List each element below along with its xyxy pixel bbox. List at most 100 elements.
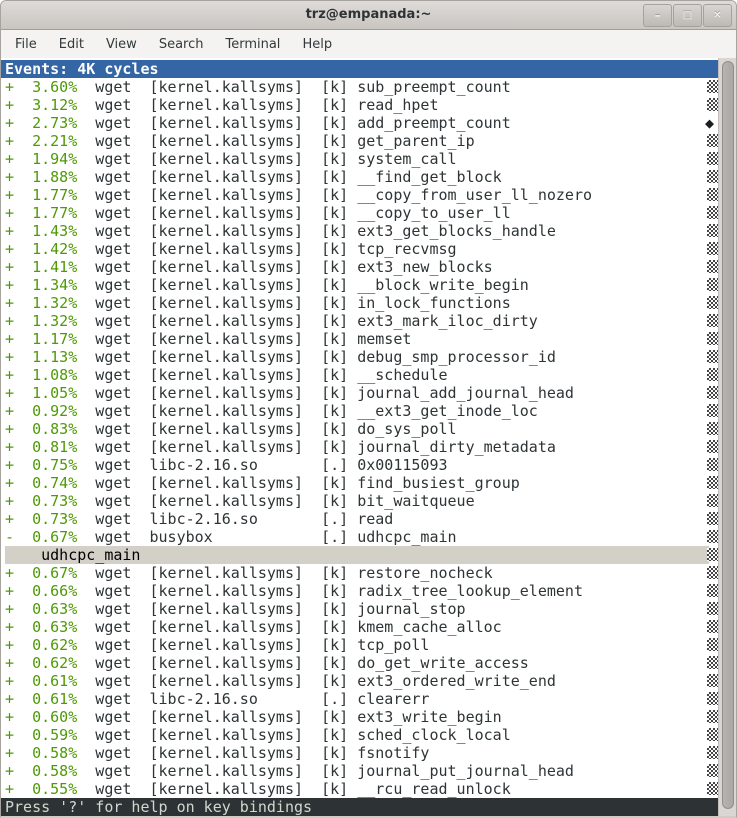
checkerboard-scroll-icon bbox=[707, 494, 718, 507]
row-detail: wget [kernel.kallsyms] [k] ext3_ordered_… bbox=[77, 672, 556, 690]
row-detail: wget [kernel.kallsyms] [k] __copy_to_use… bbox=[77, 204, 510, 222]
perf-row[interactable]: + 0.73% wget libc-2.16.so [.] read bbox=[1, 510, 718, 528]
row-detail: wget [kernel.kallsyms] [k] do_sys_poll bbox=[77, 420, 456, 438]
overhead-percent: - 0.67% bbox=[5, 528, 77, 546]
perf-row[interactable]: + 0.61% wget libc-2.16.so [.] clearerr bbox=[1, 690, 718, 708]
checkerboard-scroll-icon bbox=[707, 440, 718, 453]
overhead-percent: + 0.73% bbox=[5, 492, 77, 510]
checkerboard-scroll-icon bbox=[707, 620, 718, 633]
perf-row[interactable]: + 3.60% wget [kernel.kallsyms] [k] sub_p… bbox=[1, 78, 718, 96]
menu-item-terminal[interactable]: Terminal bbox=[217, 33, 288, 56]
perf-row[interactable]: + 1.77% wget [kernel.kallsyms] [k] __cop… bbox=[1, 204, 718, 222]
perf-row[interactable]: + 1.43% wget [kernel.kallsyms] [k] ext3_… bbox=[1, 222, 718, 240]
menu-item-edit[interactable]: Edit bbox=[51, 33, 92, 56]
scrollbar-thumb[interactable] bbox=[722, 61, 734, 809]
row-detail: wget [kernel.kallsyms] [k] ext3_new_bloc… bbox=[77, 258, 492, 276]
menubar: File Edit View SearchTerminal Help bbox=[1, 30, 736, 58]
perf-row[interactable]: + 0.92% wget [kernel.kallsyms] [k] __ext… bbox=[1, 402, 718, 420]
perf-row[interactable]: + 0.63% wget [kernel.kallsyms] [k] kmem_… bbox=[1, 618, 718, 636]
perf-row[interactable]: + 0.83% wget [kernel.kallsyms] [k] do_sy… bbox=[1, 420, 718, 438]
perf-row[interactable]: + 0.62% wget [kernel.kallsyms] [k] tcp_p… bbox=[1, 636, 718, 654]
perf-row[interactable]: + 0.74% wget [kernel.kallsyms] [k] find_… bbox=[1, 474, 718, 492]
perf-row[interactable]: - 0.67% wget busybox [.] udhcpc_main bbox=[1, 528, 718, 546]
checkerboard-scroll-icon bbox=[707, 548, 718, 561]
overhead-percent: + 1.05% bbox=[5, 384, 77, 402]
perf-rows: + 3.60% wget [kernel.kallsyms] [k] sub_p… bbox=[1, 78, 718, 798]
perf-row[interactable]: + 0.66% wget [kernel.kallsyms] [k] radix… bbox=[1, 582, 718, 600]
perf-row[interactable]: + 0.67% wget [kernel.kallsyms] [k] resto… bbox=[1, 564, 718, 582]
titlebar[interactable]: trz@empanada:~ – □ ✕ bbox=[1, 1, 736, 30]
checkerboard-scroll-icon bbox=[707, 728, 718, 741]
row-detail: wget [kernel.kallsyms] [k] ext3_write_be… bbox=[77, 708, 501, 726]
perf-row[interactable]: + 0.62% wget [kernel.kallsyms] [k] do_ge… bbox=[1, 654, 718, 672]
perf-row[interactable]: + 0.75% wget libc-2.16.so [.] 0x00115093 bbox=[1, 456, 718, 474]
checkerboard-scroll-icon bbox=[707, 764, 718, 777]
perf-row[interactable]: + 0.60% wget [kernel.kallsyms] [k] ext3_… bbox=[1, 708, 718, 726]
perf-row[interactable]: + 0.63% wget [kernel.kallsyms] [k] journ… bbox=[1, 600, 718, 618]
maximize-button[interactable]: □ bbox=[673, 4, 702, 27]
overhead-percent: + 3.60% bbox=[5, 78, 77, 96]
row-detail: wget [kernel.kallsyms] [k] sub_preempt_c… bbox=[77, 78, 510, 96]
perf-row[interactable]: + 1.42% wget [kernel.kallsyms] [k] tcp_r… bbox=[1, 240, 718, 258]
overhead-percent: + 1.77% bbox=[5, 204, 77, 222]
row-detail: wget [kernel.kallsyms] [k] __copy_from_u… bbox=[77, 186, 592, 204]
perf-row[interactable]: + 3.12% wget [kernel.kallsyms] [k] read_… bbox=[1, 96, 718, 114]
perf-events-header: Events: 4K cycles bbox=[1, 60, 718, 78]
perf-row[interactable]: + 1.34% wget [kernel.kallsyms] [k] __blo… bbox=[1, 276, 718, 294]
row-detail: wget [kernel.kallsyms] [k] __block_write… bbox=[77, 276, 529, 294]
perf-row[interactable]: + 1.13% wget [kernel.kallsyms] [k] debug… bbox=[1, 348, 718, 366]
perf-row[interactable]: + 1.77% wget [kernel.kallsyms] [k] __cop… bbox=[1, 186, 718, 204]
row-detail: wget [kernel.kallsyms] [k] debug_smp_pro… bbox=[77, 348, 556, 366]
row-detail: wget [kernel.kallsyms] [k] ext3_get_bloc… bbox=[77, 222, 556, 240]
overhead-percent: + 1.88% bbox=[5, 168, 77, 186]
row-detail: wget [kernel.kallsyms] [k] __schedule bbox=[77, 366, 447, 384]
checkerboard-scroll-icon bbox=[707, 476, 718, 489]
perf-row[interactable]: + 1.88% wget [kernel.kallsyms] [k] __fin… bbox=[1, 168, 718, 186]
scrollbar[interactable] bbox=[718, 58, 736, 816]
menu-item-search[interactable]: Search bbox=[151, 33, 212, 56]
perf-row[interactable]: + 1.17% wget [kernel.kallsyms] [k] memse… bbox=[1, 330, 718, 348]
checkerboard-scroll-icon bbox=[707, 584, 718, 597]
perf-row[interactable]: + 0.58% wget [kernel.kallsyms] [k] fsnot… bbox=[1, 744, 718, 762]
overhead-percent: + 0.61% bbox=[5, 690, 77, 708]
menu-item-view[interactable]: View bbox=[98, 33, 145, 56]
perf-row[interactable]: + 1.41% wget [kernel.kallsyms] [k] ext3_… bbox=[1, 258, 718, 276]
perf-row[interactable]: + 2.21% wget [kernel.kallsyms] [k] get_p… bbox=[1, 132, 718, 150]
perf-row[interactable]: + 0.55% wget [kernel.kallsyms] [k] __rcu… bbox=[1, 780, 718, 798]
perf-row[interactable]: + 1.94% wget [kernel.kallsyms] [k] syste… bbox=[1, 150, 718, 168]
window-controls: – □ ✕ bbox=[642, 4, 732, 27]
overhead-percent: + 1.32% bbox=[5, 294, 77, 312]
overhead-percent: + 0.66% bbox=[5, 582, 77, 600]
row-detail: wget [kernel.kallsyms] [k] add_preempt_c… bbox=[77, 114, 510, 132]
close-button[interactable]: ✕ bbox=[703, 4, 732, 27]
maximize-icon: □ bbox=[683, 10, 692, 21]
terminal-window: trz@empanada:~ – □ ✕ File Edit View SearchT… bbox=[0, 0, 737, 818]
row-detail: wget [kernel.kallsyms] [k] bit_waitqueue bbox=[77, 492, 474, 510]
checkerboard-scroll-icon bbox=[707, 458, 718, 471]
perf-row[interactable]: + 1.08% wget [kernel.kallsyms] [k] __sch… bbox=[1, 366, 718, 384]
perf-row[interactable]: + 1.32% wget [kernel.kallsyms] [k] in_lo… bbox=[1, 294, 718, 312]
checkerboard-scroll-icon bbox=[707, 782, 718, 795]
menu-item-help[interactable]: Help bbox=[294, 33, 340, 56]
perf-row[interactable]: + 0.59% wget [kernel.kallsyms] [k] sched… bbox=[1, 726, 718, 744]
checkerboard-scroll-icon bbox=[707, 656, 718, 669]
minimize-icon: – bbox=[655, 9, 661, 22]
perf-row[interactable]: + 0.73% wget [kernel.kallsyms] [k] bit_w… bbox=[1, 492, 718, 510]
overhead-percent: + 0.67% bbox=[5, 564, 77, 582]
checkerboard-scroll-icon bbox=[707, 296, 718, 309]
perf-row[interactable]: + 0.58% wget [kernel.kallsyms] [k] journ… bbox=[1, 762, 718, 780]
menu-item-file[interactable]: File bbox=[7, 33, 45, 56]
perf-row[interactable]: + 0.61% wget [kernel.kallsyms] [k] ext3_… bbox=[1, 672, 718, 690]
perf-callchain-row[interactable]: udhcpc_main bbox=[1, 546, 718, 564]
checkerboard-scroll-icon bbox=[707, 170, 718, 183]
overhead-percent: + 1.17% bbox=[5, 330, 77, 348]
perf-row[interactable]: + 2.73% wget [kernel.kallsyms] [k] add_p… bbox=[1, 114, 718, 132]
row-detail: wget [kernel.kallsyms] [k] restore_noche… bbox=[77, 564, 492, 582]
perf-row[interactable]: + 0.81% wget [kernel.kallsyms] [k] journ… bbox=[1, 438, 718, 456]
minimize-button[interactable]: – bbox=[643, 4, 672, 27]
perf-row[interactable]: + 1.05% wget [kernel.kallsyms] [k] journ… bbox=[1, 384, 718, 402]
perf-top-output: Events: 4K cycles + 3.60% wget [kernel.k… bbox=[1, 58, 718, 816]
status-bar: Press '?' for help on key bindings bbox=[1, 798, 718, 816]
overhead-percent: + 0.58% bbox=[5, 762, 77, 780]
perf-row[interactable]: + 1.32% wget [kernel.kallsyms] [k] ext3_… bbox=[1, 312, 718, 330]
